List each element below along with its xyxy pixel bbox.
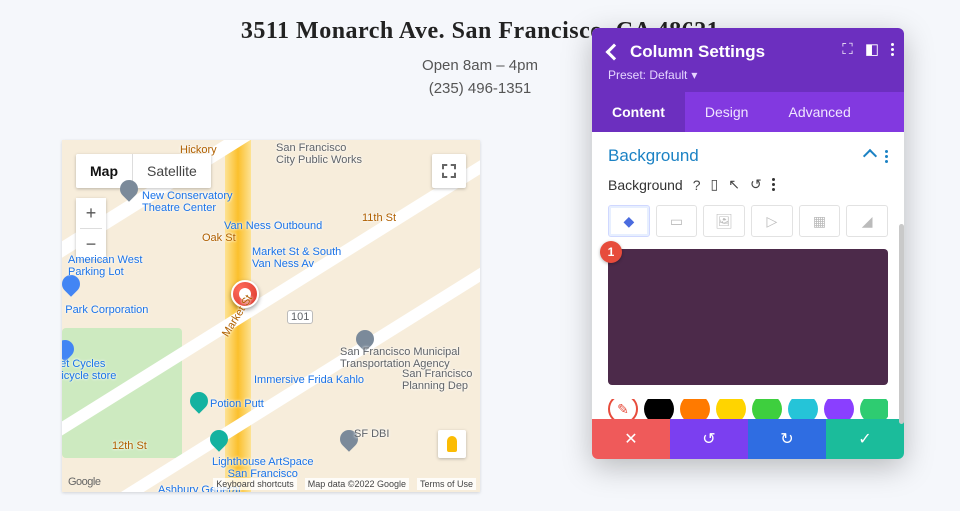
map-footer: Keyboard shortcuts Map data ©2022 Google… — [213, 478, 476, 490]
caret-down-icon: ▾ — [691, 68, 697, 82]
section-title: Background — [608, 146, 699, 166]
expand-icon[interactable]: ⛶ — [842, 41, 853, 58]
tab-design[interactable]: Design — [685, 92, 769, 132]
pegman-button[interactable] — [438, 430, 466, 458]
dock-icon[interactable]: ◧ — [865, 40, 879, 58]
hover-icon[interactable]: ↖ — [728, 176, 740, 193]
poi-icon[interactable] — [186, 388, 211, 413]
responsive-icon[interactable]: ▯ — [711, 176, 719, 193]
save-button[interactable]: ✓ — [826, 419, 904, 459]
color-swatch[interactable] — [608, 249, 888, 385]
map-label: 101 — [287, 310, 313, 324]
bg-kebab-icon[interactable] — [772, 178, 775, 191]
column-settings-panel[interactable]: Column Settings Preset: Default ▾ ⛶ ◧ Co… — [592, 28, 904, 459]
map-container[interactable]: Map Satellite + − Hickory San Francisco … — [62, 140, 480, 492]
undo-button[interactable]: ↺ — [670, 419, 748, 459]
background-label: Background — [608, 177, 683, 193]
map-canvas[interactable]: Map Satellite + − Hickory San Francisco … — [62, 140, 480, 492]
redo-button[interactable]: ↻ — [748, 419, 826, 459]
panel-footer: ✕ ↺ ↻ ✓ — [592, 419, 904, 459]
preset-label: Preset: Default — [608, 68, 687, 82]
tab-advanced[interactable]: Advanced — [768, 92, 870, 132]
back-arrow-icon[interactable] — [606, 44, 623, 61]
tab-content[interactable]: Content — [592, 92, 685, 132]
map-data-label: Map data ©2022 Google — [305, 478, 409, 490]
chevron-up-icon[interactable] — [863, 149, 877, 163]
panel-tabs: Content Design Advanced — [592, 92, 904, 132]
bg-tab-pattern[interactable]: ▦ — [799, 205, 841, 237]
bg-tab-mask[interactable]: ◢ — [846, 205, 888, 237]
preset-selector[interactable]: Preset: Default ▾ — [608, 68, 888, 82]
color-preview[interactable]: 1 — [608, 249, 888, 385]
palette-swatch[interactable] — [644, 399, 674, 419]
panel-header[interactable]: Column Settings Preset: Default ▾ ⛶ ◧ — [592, 28, 904, 92]
section-header-background[interactable]: Background — [608, 146, 888, 166]
palette-swatch[interactable] — [860, 399, 888, 419]
map-fullscreen-button[interactable] — [432, 154, 466, 188]
map-marker[interactable] — [231, 280, 259, 308]
bg-tab-color[interactable]: ◆ — [608, 205, 650, 237]
palette-swatch[interactable] — [824, 399, 854, 419]
panel-title: Column Settings — [630, 42, 765, 62]
callout-bubble: 1 — [600, 241, 622, 263]
background-control-row: Background ? ▯ ↖ ↺ — [608, 176, 888, 193]
cancel-button[interactable]: ✕ — [592, 419, 670, 459]
map-terms-link[interactable]: Terms of Use — [417, 478, 476, 490]
reset-icon[interactable]: ↺ — [750, 176, 762, 193]
zoom-in-button[interactable]: + — [76, 198, 106, 228]
google-logo: Google — [68, 476, 100, 488]
map-keyboard-shortcuts-link[interactable]: Keyboard shortcuts — [213, 478, 297, 490]
palette-swatch[interactable] — [680, 399, 710, 419]
background-type-tabs: ◆ ▭ 🖼 ▷ ▦ ◢ — [608, 205, 888, 237]
map-label: San Francisco Planning Dep — [402, 368, 472, 392]
map-type-control: Map Satellite — [76, 154, 211, 188]
pegman-icon — [447, 436, 457, 452]
map-zoom-control: + − — [76, 198, 106, 259]
fullscreen-icon — [442, 164, 456, 178]
map-label: Star Park Corporation — [62, 304, 148, 316]
poi-icon[interactable] — [336, 426, 361, 451]
poi-icon[interactable] — [62, 271, 84, 296]
help-icon[interactable]: ? — [693, 177, 701, 193]
palette-swatch[interactable] — [716, 399, 746, 419]
zoom-out-button[interactable]: − — [76, 229, 106, 259]
palette-swatch[interactable] — [788, 399, 818, 419]
palette-swatch[interactable] — [752, 399, 782, 419]
map-label: San Francisco City Public Works — [276, 142, 362, 166]
map-label: SF DBI — [354, 428, 389, 440]
section-kebab-icon[interactable] — [885, 150, 888, 163]
bg-tab-gradient[interactable]: ▭ — [656, 205, 698, 237]
panel-body: Background Background ? ▯ ↖ ↺ ◆ ▭ 🖼 ▷ ▦ … — [592, 132, 904, 419]
color-palette: ✎ — [608, 399, 888, 419]
map-type-satellite-button[interactable]: Satellite — [133, 154, 211, 188]
color-picker-button[interactable]: ✎ — [608, 399, 638, 419]
kebab-icon[interactable] — [891, 43, 894, 56]
scrollbar[interactable] — [899, 224, 904, 424]
bg-tab-video[interactable]: ▷ — [751, 205, 793, 237]
bg-tab-image[interactable]: 🖼 — [703, 205, 745, 237]
